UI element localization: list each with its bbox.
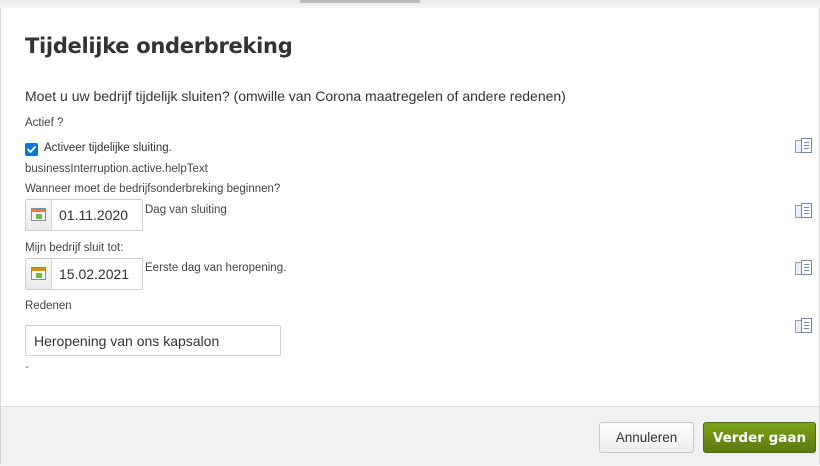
active-label: Actief ? [25, 117, 64, 129]
translate-icon-front [801, 138, 812, 153]
cancel-button[interactable]: Annuleren [599, 422, 694, 453]
end-date-label: Mijn bedrijf sluit tot: [25, 242, 124, 254]
calendar-icon [31, 208, 46, 221]
reasons-input-value[interactable]: Heropening van ons kapsalon [34, 333, 219, 349]
end-date-note: Eerste dag van heropening. [145, 262, 287, 274]
translate-icon-front [801, 203, 812, 218]
start-date-field[interactable]: 01.11.2020 [25, 199, 143, 231]
end-date-calendar-button[interactable] [26, 259, 52, 289]
translate-icon[interactable] [795, 318, 813, 336]
dialog-title: Tijdelijke onderbreking [25, 34, 293, 58]
interruption-dialog: Tijdelijke onderbreking Moet u uw bedrij… [0, 8, 820, 466]
active-help-text: businessInterruption.active.helpText [25, 163, 208, 175]
background-strip-shade [300, 0, 420, 3]
translate-icon[interactable] [795, 138, 813, 156]
checkmark-icon [27, 146, 36, 153]
start-date-note: Dag van sluiting [145, 204, 227, 216]
calendar-icon [31, 267, 46, 280]
start-date-calendar-button[interactable] [26, 200, 52, 230]
start-date-value[interactable]: 01.11.2020 [59, 207, 128, 223]
end-date-field[interactable]: 15.02.2021 [25, 258, 143, 290]
start-date-label: Wanneer moet de bedrijfsonderbreking beg… [25, 183, 281, 195]
active-checkbox[interactable] [25, 143, 38, 156]
end-date-value[interactable]: 15.02.2021 [59, 266, 129, 282]
reasons-extra: - [25, 361, 29, 373]
continue-button[interactable]: Verder gaan [703, 422, 816, 453]
reasons-input[interactable]: Heropening van ons kapsalon [25, 325, 281, 356]
translate-icon-front [801, 318, 812, 333]
reasons-label: Redenen [25, 300, 72, 312]
active-checkbox-label[interactable]: Activeer tijdelijke sluiting. [44, 142, 172, 154]
dialog-question: Moet u uw bedrijf tijdelijk sluiten? (om… [25, 88, 566, 104]
translate-icon[interactable] [795, 203, 813, 221]
translate-icon-front [801, 260, 812, 275]
translate-icon[interactable] [795, 260, 813, 278]
dialog-footer: Annuleren Verder gaan [1, 406, 819, 466]
